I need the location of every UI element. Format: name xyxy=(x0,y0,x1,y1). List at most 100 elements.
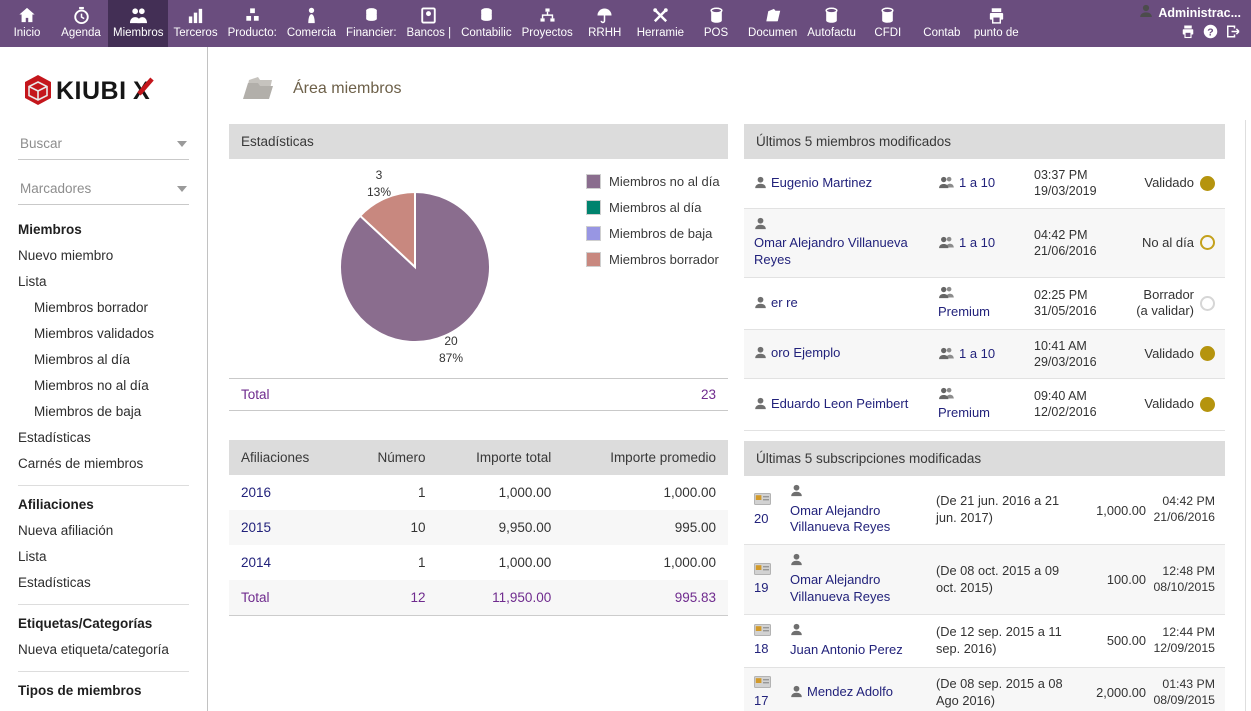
printer-icon[interactable] xyxy=(1180,24,1196,39)
scrollbar-track[interactable] xyxy=(1245,120,1246,711)
member-status-cell: Validado xyxy=(1136,346,1215,362)
sidebar-section-miembros[interactable]: Miembros xyxy=(18,215,189,242)
box-coin-icon xyxy=(419,4,438,26)
nav-item-producto[interactable]: Producto: xyxy=(223,0,282,47)
nav-item-cfdi[interactable]: CFDI xyxy=(861,0,915,47)
legend-swatch xyxy=(586,252,601,267)
nav-item-comercia[interactable]: Comercia xyxy=(282,0,341,47)
affiliation-row-2014: 201411,000.001,000.00 xyxy=(229,545,728,580)
nav-item-punto-de[interactable]: punto de xyxy=(969,0,1024,47)
subscription-member-link[interactable]: Mendez Adolfo xyxy=(807,684,893,699)
person-icon xyxy=(754,397,767,410)
member-name-link[interactable]: er re xyxy=(771,295,798,310)
member-type-link[interactable]: 1 a 10 xyxy=(959,175,995,190)
sidebar-item-miembros-borrador[interactable]: Miembros borrador xyxy=(18,294,189,320)
help-icon[interactable]: ? xyxy=(1203,24,1218,39)
subscription-id-cell: 19 xyxy=(754,563,784,597)
member-type-link[interactable]: Premium xyxy=(938,405,990,420)
sidebar-section-etiquetas-categorias[interactable]: Etiquetas/Categorías xyxy=(18,609,189,636)
user-menu[interactable]: Administrac... xyxy=(1139,4,1241,21)
member-modified-datetime: 02:25 PM31/05/2016 xyxy=(1034,287,1132,320)
search-select[interactable]: Buscar xyxy=(18,129,189,160)
member-status-text: Validado xyxy=(1144,175,1194,191)
sidebar-item-carnes-de-miembros[interactable]: Carnés de miembros xyxy=(18,450,189,476)
kiubix-logo[interactable]: KIUBI X xyxy=(24,74,184,109)
affiliation-year-link[interactable]: 2015 xyxy=(241,520,271,535)
nav-item-rrhh[interactable]: RRHH xyxy=(578,0,632,47)
affiliation-year-link[interactable]: 2014 xyxy=(241,555,271,570)
sidebar-item-nueva-etiqueta-categoria[interactable]: Nueva etiqueta/categoría xyxy=(18,636,189,662)
member-name-link[interactable]: oro Ejemplo xyxy=(771,345,840,360)
nav-item-pos[interactable]: POS xyxy=(689,0,743,47)
nav-item-contabilic[interactable]: Contabilic xyxy=(456,0,517,47)
member-name-cell: oro Ejemplo xyxy=(754,345,934,362)
person-icon xyxy=(790,623,926,641)
sidebar-divider xyxy=(18,604,189,605)
orgchart-icon xyxy=(538,4,557,26)
subscription-amount: 1,000.00 xyxy=(1084,503,1146,518)
sidebar-item-lista[interactable]: Lista xyxy=(18,543,189,569)
nav-item-financier[interactable]: Financier: xyxy=(341,0,402,47)
sidebar-section-tipos-de-miembros[interactable]: Tipos de miembros xyxy=(18,676,189,703)
nav-item-inicio[interactable]: Inicio xyxy=(0,0,54,47)
person-icon xyxy=(754,346,767,359)
last-subscriptions-panel: Últimas 5 subscripciones modificadas 20 … xyxy=(744,441,1225,711)
statistics-panel: Estadísticas 2087%313% Miembros no al dí… xyxy=(229,124,728,411)
svg-text:20: 20 xyxy=(444,334,458,348)
member-name-link[interactable]: Eugenio Martinez xyxy=(771,175,872,190)
subscription-id-link[interactable]: 18 xyxy=(754,641,768,656)
member-name-link[interactable]: Eduardo Leon Peimbert xyxy=(771,396,908,411)
umbrella-icon xyxy=(595,4,614,26)
nav-item-bancos[interactable]: Bancos | xyxy=(402,0,457,47)
nav-item-agenda[interactable]: Agenda xyxy=(54,0,108,47)
sidebar-item-miembros-al-dia[interactable]: Miembros al día xyxy=(18,346,189,372)
home-icon xyxy=(17,4,37,26)
subscription-date-range: (De 12 sep. 2015 a 11 sep. 2016) xyxy=(936,624,1078,657)
member-row: er re Premium 02:25 PM31/05/2016 Borrado… xyxy=(744,278,1225,330)
sidebar-item-estadisticas[interactable]: Estadísticas xyxy=(18,569,189,595)
nav-item-contab[interactable]: Contab xyxy=(915,0,969,47)
subscription-member-link[interactable]: Juan Antonio Perez xyxy=(790,642,903,657)
member-type-link[interactable]: Premium xyxy=(938,304,990,319)
nav-item-proyectos[interactable]: Proyectos xyxy=(517,0,578,47)
subscription-id-link[interactable]: 17 xyxy=(754,693,768,708)
subscription-id-cell: 20 xyxy=(754,493,784,527)
tools-icon xyxy=(651,4,670,26)
nav-item-documen[interactable]: Documen xyxy=(743,0,802,47)
logout-icon[interactable] xyxy=(1225,24,1241,39)
sidebar-section-afiliaciones[interactable]: Afiliaciones xyxy=(18,490,189,517)
person-icon xyxy=(790,685,803,698)
sidebar-item-miembros-de-baja[interactable]: Miembros de baja xyxy=(18,398,189,424)
subscription-amount: 2,000.00 xyxy=(1084,685,1146,700)
member-type-link[interactable]: 1 a 10 xyxy=(959,235,995,250)
sidebar-item-nuevo-tipo-de-miembro[interactable]: Nuevo tipo de miembro xyxy=(18,703,189,711)
subscription-id-link[interactable]: 20 xyxy=(754,511,768,526)
member-name-cell: Eduardo Leon Peimbert xyxy=(754,396,934,413)
bookmarks-placeholder: Marcadores xyxy=(20,181,91,196)
nav-item-herramie[interactable]: Herramie xyxy=(632,0,689,47)
member-status-text: Validado xyxy=(1144,396,1194,412)
subscription-member-link[interactable]: Omar Alejandro Villanueva Reyes xyxy=(790,503,890,535)
sidebar-item-nuevo-miembro[interactable]: Nuevo miembro xyxy=(18,242,189,268)
chevron-down-icon xyxy=(177,186,187,192)
sidebar-item-nueva-afiliacion[interactable]: Nueva afiliación xyxy=(18,517,189,543)
coins-icon xyxy=(477,4,496,26)
bookmarks-select[interactable]: Marcadores xyxy=(18,174,189,205)
member-modified-datetime: 10:41 AM29/03/2016 xyxy=(1034,338,1132,371)
member-type-link[interactable]: 1 a 10 xyxy=(959,346,995,361)
cylinder-icon xyxy=(878,4,897,26)
status-badge-icon xyxy=(1200,346,1215,361)
nav-item-miembros[interactable]: Miembros xyxy=(108,0,168,47)
member-name-link[interactable]: Omar Alejandro Villanueva Reyes xyxy=(754,235,908,267)
subscription-id-link[interactable]: 19 xyxy=(754,580,768,595)
affiliation-year-link[interactable]: 2016 xyxy=(241,485,271,500)
nav-item-autofactu[interactable]: Autofactu xyxy=(802,0,861,47)
sidebar-item-lista[interactable]: Lista xyxy=(18,268,189,294)
subscription-member-link[interactable]: Omar Alejandro Villanueva Reyes xyxy=(790,572,890,604)
sidebar-item-miembros-no-al-dia[interactable]: Miembros no al día xyxy=(18,372,189,398)
nav-item-terceros[interactable]: Terceros xyxy=(168,0,222,47)
sidebar-item-estadisticas[interactable]: Estadísticas xyxy=(18,424,189,450)
member-status-cell: Validado xyxy=(1136,175,1215,191)
sidebar-item-miembros-validados[interactable]: Miembros validados xyxy=(18,320,189,346)
cubes-icon xyxy=(243,4,262,26)
